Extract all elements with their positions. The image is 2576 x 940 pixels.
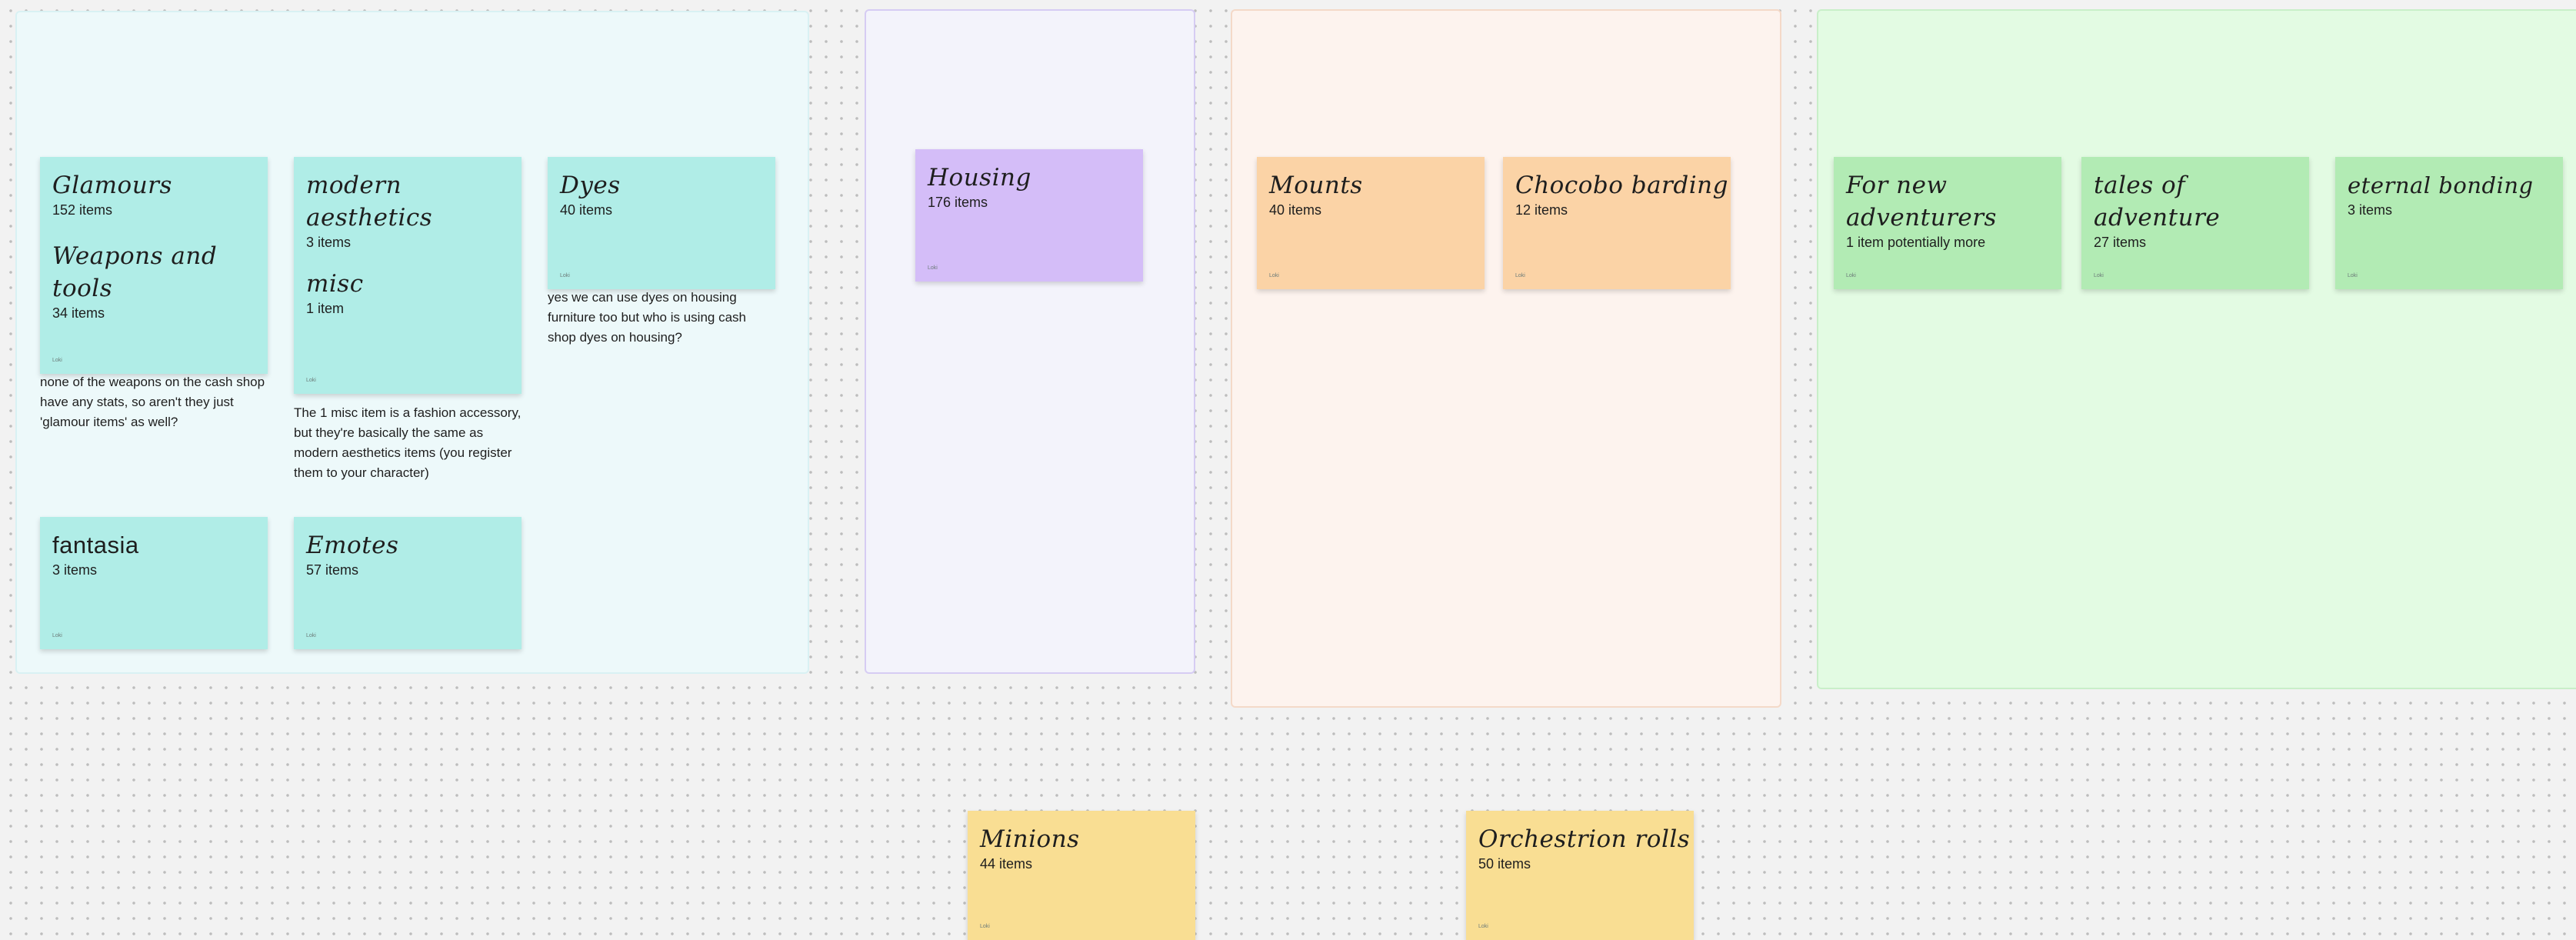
sticky-count: 40 items [1269,202,1322,218]
section-bundles[interactable] [1817,9,2576,689]
section-mounts[interactable] [1231,9,1781,708]
whiteboard-canvas[interactable]: Glamours 152 items Weapons and tools 34 … [0,0,2576,940]
sticky-note-emotes[interactable]: Emotes 57 items Loki [294,517,522,649]
sticky-note-chocobo-barding[interactable]: Chocobo barding 12 items Loki [1503,157,1731,289]
sticky-note-dyes[interactable]: Dyes 40 items Loki [548,157,775,289]
text-note-misc[interactable]: The 1 misc item is a fashion accessory, … [294,403,522,483]
sticky-count: 12 items [1515,202,1568,218]
sticky-title: Chocobo barding [1515,172,1728,199]
sticky-title: Mounts [1269,172,1363,199]
sticky-count: 57 items [306,562,359,578]
sticky-author: Loki [1478,924,1488,929]
sticky-title: For new adventurers [1846,172,1997,232]
sticky-title: modern aesthetics [306,172,433,232]
sticky-title: Orchestrion rolls [1478,825,1691,853]
sticky-note-eternal-bonding[interactable]: eternal bonding 3 items Loki [2335,157,2563,289]
sticky-author: Loki [928,265,938,271]
sticky-note-glamours[interactable]: Glamours 152 items Weapons and tools 34 … [40,157,268,374]
sticky-count: 3 items [2348,202,2393,218]
sticky-title: misc [306,270,364,298]
sticky-author: Loki [52,633,62,638]
sticky-count: 3 items [306,235,352,250]
sticky-author: Loki [560,273,570,278]
sticky-count: 1 item potentially more [1846,235,1986,250]
sticky-title: Emotes [306,532,399,559]
sticky-title: fantasia [52,532,139,558]
text-note-weapons[interactable]: none of the weapons on the cash shop hav… [40,372,268,432]
sticky-count: 27 items [2094,235,2147,250]
sticky-note-orchestrion-rolls[interactable]: Orchestrion rolls 50 items Loki [1466,811,1694,940]
sticky-count: 40 items [560,202,613,218]
sticky-author: Loki [306,633,316,638]
sticky-author: Loki [52,358,62,363]
sticky-note-minions[interactable]: Minions 44 items Loki [968,811,1195,940]
sticky-title: Minions [980,825,1080,853]
sticky-note-mounts[interactable]: Mounts 40 items Loki [1257,157,1485,289]
sticky-author: Loki [306,378,316,383]
sticky-count: 44 items [980,856,1033,872]
sticky-note-modern-aesthetics[interactable]: modern aesthetics 3 items misc 1 item Lo… [294,157,522,394]
sticky-count: 176 items [928,195,988,210]
sticky-note-housing[interactable]: Housing 176 items Loki [915,149,1143,282]
sticky-author: Loki [980,924,990,929]
section-housing[interactable] [865,9,1195,674]
sticky-title: Dyes [560,172,621,199]
sticky-count: 152 items [52,202,113,218]
sticky-title: Weapons and tools [52,242,218,302]
sticky-title: eternal bonding [2348,172,2534,198]
sticky-author: Loki [2348,273,2358,278]
sticky-author: Loki [1269,273,1279,278]
sticky-author: Loki [1515,273,1525,278]
sticky-count: 3 items [52,562,98,578]
sticky-author: Loki [1846,273,1856,278]
sticky-author: Loki [2094,273,2104,278]
sticky-note-tales-of-adventure[interactable]: tales of adventure 27 items Loki [2081,157,2309,289]
sticky-title: tales of adventure [2094,172,2221,232]
text-note-dyes[interactable]: yes we can use dyes on housing furniture… [548,288,775,348]
sticky-count: 34 items [52,305,105,321]
sticky-note-for-new-adventurers[interactable]: For new adventurers 1 item potentially m… [1834,157,2061,289]
sticky-title: Housing [928,164,1031,192]
sticky-note-fantasia[interactable]: fantasia 3 items Loki [40,517,268,649]
sticky-count: 50 items [1478,856,1531,872]
sticky-title: Glamours [52,172,172,199]
sticky-count: 1 item [306,301,345,316]
